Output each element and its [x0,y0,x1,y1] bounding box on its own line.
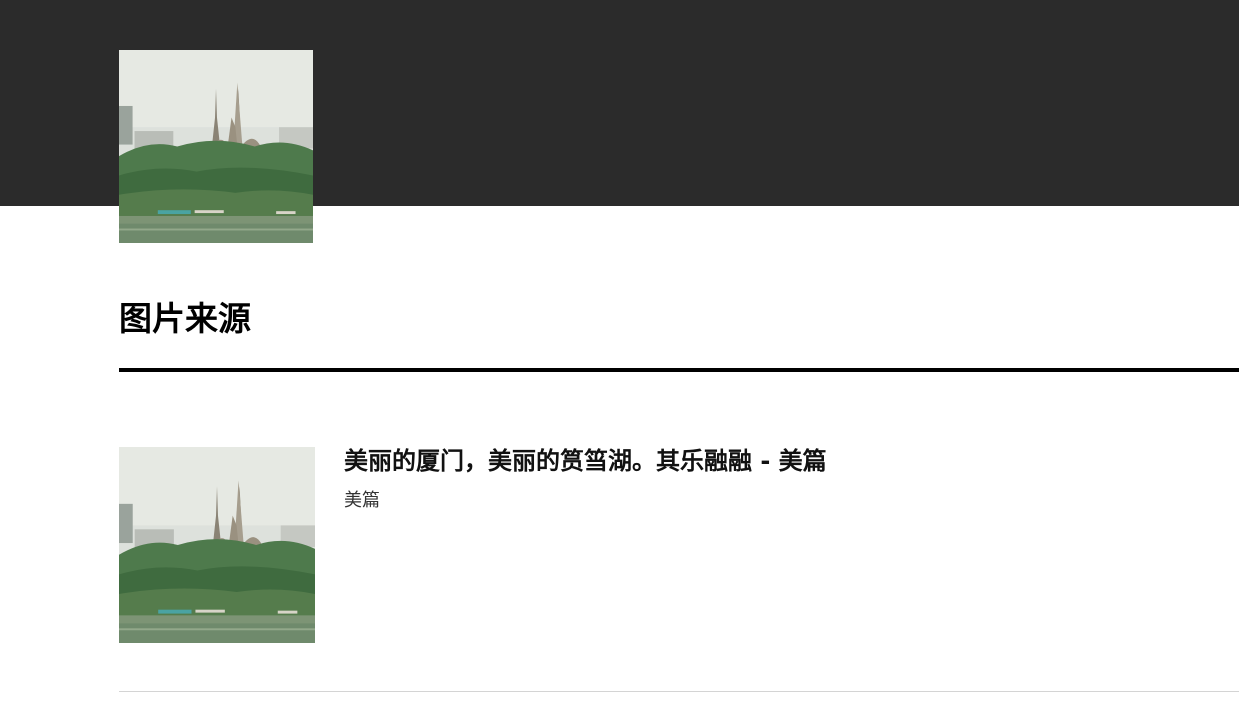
lake-photo-graphic [119,50,313,243]
result-divider [119,691,1239,692]
result-card[interactable]: 美丽的厦门，美丽的筼筜湖。其乐融融 - 美篇 美篇 [119,447,1239,693]
hero-image[interactable] [119,50,313,243]
lake-photo-graphic [119,447,315,643]
section-title: 图片来源 [119,299,251,338]
section-divider [119,368,1239,372]
result-source: 美篇 [344,490,380,511]
result-title-link[interactable]: 美丽的厦门，美丽的筼筜湖。其乐融融 - 美篇 [344,447,827,475]
result-thumbnail[interactable] [119,447,315,643]
